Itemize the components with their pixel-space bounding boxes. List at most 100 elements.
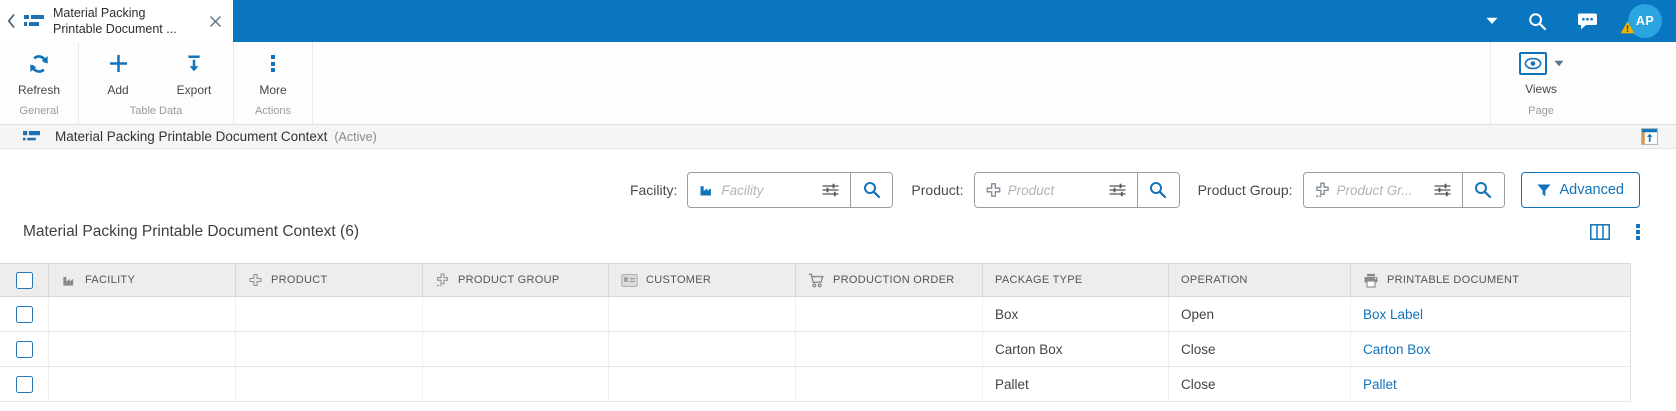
facility-filter-label: Facility: [629,182,678,198]
warning-icon [1620,21,1635,39]
eye-icon [1518,52,1547,75]
expand-panel-icon[interactable] [1641,128,1658,145]
cell-production-order [795,367,982,401]
cell-production-order [795,297,982,331]
tab-title-line1: Material Packing [53,5,146,20]
add-label: Add [107,82,129,97]
factory-icon [63,276,74,286]
column-header-package-type[interactable]: PACKAGE TYPE [982,264,1168,296]
grid-header: FACILITY PRODUCT PRODUCT GROUP CUSTOMER … [0,263,1631,297]
table-row[interactable]: Pallet Close Pallet [0,367,1631,402]
printable-document-link[interactable]: Box Label [1363,307,1423,322]
advanced-label: Advanced [1559,182,1625,198]
row-checkbox[interactable] [15,340,33,358]
facility-input[interactable] [721,173,812,207]
refresh-icon [28,52,50,76]
cell-product [235,367,422,401]
toolbar: Refresh General Add Export Table Data Mo… [0,42,1676,125]
cell-product-group [422,367,608,401]
facility-filter-control [687,172,894,208]
product-group-filter-control [1302,172,1505,208]
filter-options-icon[interactable] [1423,173,1462,207]
advanced-button[interactable]: Advanced [1520,172,1640,208]
export-label: Export [176,82,212,97]
search-icon[interactable] [1528,12,1547,31]
toolbar-group-actions: More Actions [234,42,313,124]
refresh-button[interactable]: Refresh [8,52,70,97]
factory-icon [688,173,721,207]
active-tab[interactable]: Material Packing Printable Document ... [0,0,233,42]
cart-icon [808,273,824,287]
tab-title: Material Packing Printable Document ... [53,5,177,38]
chat-icon[interactable] [1577,12,1598,31]
column-header-operation[interactable]: OPERATION [1168,264,1350,296]
add-button[interactable]: Add [87,52,149,97]
views-button[interactable]: Views [1509,42,1573,102]
views-label: Views [1525,82,1557,96]
cell-operation: Close [1168,332,1350,366]
printable-document-link[interactable]: Carton Box [1363,342,1431,357]
filter-options-icon[interactable] [1098,173,1137,207]
column-header-product-group[interactable]: PRODUCT GROUP [422,264,608,296]
printable-document-link[interactable]: Pallet [1363,377,1397,392]
column-header-facility[interactable]: FACILITY [48,264,235,296]
user-avatar[interactable]: AP [1620,4,1662,38]
product-group-icon [436,273,448,287]
cell-product-group [422,297,608,331]
export-button[interactable]: Export [163,52,225,97]
refresh-label: Refresh [17,82,61,97]
page-title: Material Packing Printable Document Cont… [55,129,328,144]
product-filter-label: Product: [911,182,964,198]
chevron-down-icon[interactable] [1486,17,1498,25]
add-icon [108,52,129,76]
toolbar-group-label: Actions [254,105,292,117]
column-header-production-order[interactable]: PRODUCTION ORDER [795,264,982,296]
column-header-product[interactable]: PRODUCT [235,264,422,296]
cell-product [235,332,422,366]
facility-search-button[interactable] [850,173,893,207]
row-checkbox[interactable] [15,375,33,393]
topbar-icon-group: AP [1486,0,1676,42]
product-icon [975,173,1008,207]
product-filter-control [973,172,1180,208]
column-header-customer[interactable]: CUSTOMER [608,264,795,296]
cell-operation: Open [1168,297,1350,331]
close-icon[interactable] [209,15,222,28]
table-title: Material Packing Printable Document Cont… [23,223,359,240]
cell-product-group [422,332,608,366]
cell-customer [608,367,795,401]
tab-title-line2: Printable Document ... [53,22,177,36]
column-header-printable-document[interactable]: PRINTABLE DOCUMENT [1350,264,1631,296]
columns-icon[interactable] [1590,224,1611,240]
product-group-search-button[interactable] [1461,173,1504,207]
row-checkbox[interactable] [15,305,33,323]
product-icon [249,274,262,286]
select-all-checkbox[interactable] [15,271,33,289]
cell-production-order [795,332,982,366]
table-title-row: Material Packing Printable Document Cont… [23,212,1640,252]
product-search-button[interactable] [1136,173,1179,207]
cell-customer [608,332,795,366]
more-button[interactable]: More [242,52,304,97]
back-chevron-icon[interactable] [7,13,16,29]
product-input[interactable] [1007,173,1098,207]
page-header: Material Packing Printable Document Cont… [0,125,1676,149]
data-grid: FACILITY PRODUCT PRODUCT GROUP CUSTOMER … [0,263,1631,402]
cell-facility [48,332,235,366]
top-bar: Material Packing Printable Document ... … [0,0,1676,42]
customer-card-icon [621,273,638,287]
product-group-filter-label: Product Group: [1197,182,1293,198]
toolbar-group-table-data: Add Export Table Data [79,42,234,124]
toolbar-group-general: Refresh General [0,42,79,124]
funnel-icon [1537,184,1551,197]
filter-row: Facility: Product: Product Group: [630,168,1640,212]
views-caret-icon[interactable] [1554,60,1564,67]
table-row[interactable]: Carton Box Close Carton Box [0,332,1631,367]
toolbar-group-label: Table Data [129,105,183,117]
table-row[interactable]: Box Open Box Label [0,297,1631,332]
context-icon [23,130,40,142]
filter-options-icon[interactable] [811,173,850,207]
more-label: More [259,82,287,97]
table-menu-icon[interactable] [1636,224,1640,240]
product-group-input[interactable] [1336,173,1423,207]
